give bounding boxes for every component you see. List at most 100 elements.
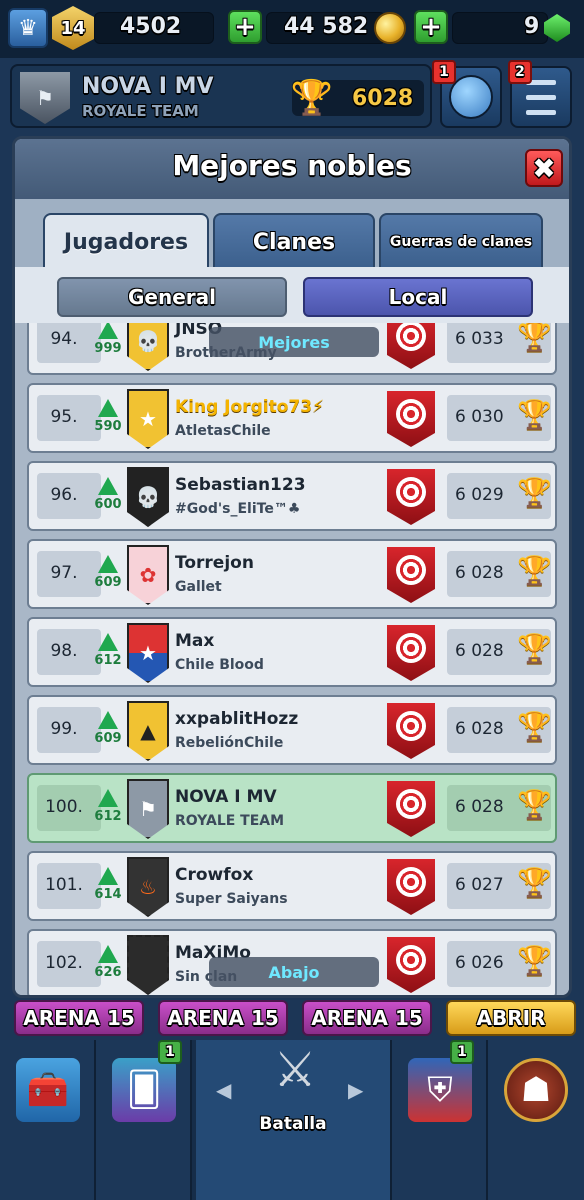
leaderboard-modal: Mejores nobles ✖ Jugadores Clanes Guerra…	[12, 136, 572, 998]
ranking-list[interactable]: 94. 999 💀 JNSO BrotherArmy 6 033 🏆 95. 5…	[15, 323, 569, 995]
rank-change: 626	[93, 945, 123, 980]
nav-events[interactable]: ☗	[488, 1040, 584, 1200]
chest-icon: 🧰	[16, 1058, 80, 1122]
target-icon	[387, 859, 435, 915]
trophy-icon: 🏆	[517, 398, 552, 431]
clan-badge-icon: ✿	[127, 545, 169, 605]
up-arrow-icon	[98, 867, 118, 885]
table-row-current-player[interactable]: 100. 612 ⚑ NOVA I MV ROYALE TEAM 6 028 🏆	[27, 773, 557, 843]
bottom-navigation: 🧰 🂠 1 ◀ ⚔ ▶ Batalla ⛨ 1 ☗	[0, 1040, 584, 1200]
clan-badge-icon: ♨	[127, 857, 169, 917]
trophy-icon: 🏆	[517, 632, 552, 665]
rank-number: 95.	[50, 407, 78, 427]
plus-icon[interactable]: +	[228, 10, 262, 44]
target-icon	[387, 323, 435, 369]
target-icon	[387, 703, 435, 759]
rank-number: 99.	[50, 719, 78, 739]
modal-title: Mejores nobles	[172, 149, 412, 182]
clan-shield-icon: ⛨	[408, 1058, 472, 1122]
player-profile[interactable]: ⚑ NOVA I MV ROYALE TEAM 🏆 6028	[10, 64, 432, 128]
gold-amount: 44 582	[284, 14, 369, 39]
gold-coin-icon	[374, 12, 406, 44]
rank-change: 612	[93, 633, 123, 668]
trophy-icon: 🏆	[517, 323, 552, 353]
level-badge[interactable]: 14	[52, 6, 94, 50]
player-name: Crowfox	[175, 865, 254, 885]
trophy-icon: 🏆	[517, 788, 552, 821]
table-row[interactable]: 98. 612 ★ Max Chile Blood 6 028 🏆	[27, 617, 557, 687]
cards-icon: 🂠	[112, 1058, 176, 1122]
rank-number: 101.	[45, 875, 83, 895]
target-icon	[387, 391, 435, 447]
trophy-count: 6 027	[455, 875, 504, 895]
target-icon	[387, 547, 435, 603]
trophy-icon: 🏆	[517, 476, 552, 509]
up-arrow-icon	[98, 945, 118, 963]
nav-clan[interactable]: ⛨ 1	[392, 1040, 488, 1200]
profile-name: NOVA I MV	[82, 74, 214, 99]
clan-name: Super Saiyans	[175, 891, 288, 907]
resource-bar: ♛ 14 4502 + 44 582 + 9	[0, 0, 584, 58]
clan-badge-icon: ★	[127, 623, 169, 683]
battle-label: Batalla	[259, 1114, 327, 1134]
jump-to-top-button[interactable]: Mejores	[209, 327, 379, 357]
table-row[interactable]: 97. 609 ✿ Torrejon Gallet 6 028 🏆	[27, 539, 557, 609]
target-icon	[387, 937, 435, 993]
player-name: Torrejon	[175, 553, 254, 573]
rank-change: 609	[93, 555, 123, 590]
tab-guerras[interactable]: Guerras de clanes	[379, 213, 543, 269]
target-icon	[387, 625, 435, 681]
rank-number: 94.	[50, 329, 78, 349]
jump-to-bottom-button[interactable]: Abajo	[209, 957, 379, 987]
target-icon	[387, 781, 435, 837]
rank-change: 609	[93, 711, 123, 746]
rank-change: 614	[93, 867, 123, 902]
chest-slot-4[interactable]: ABRIR	[446, 1000, 576, 1036]
nav-shop[interactable]: 🧰	[0, 1040, 96, 1200]
crown-icon[interactable]: ♛	[8, 8, 48, 48]
up-arrow-icon	[98, 555, 118, 573]
gem-amount: 9	[524, 14, 540, 39]
trophy-icon: 🏆	[290, 78, 334, 118]
table-row[interactable]: 96. 600 💀 Sebastian123 #God's_EliTe™♣ 6 …	[27, 461, 557, 531]
player-name: NOVA I MV	[175, 787, 277, 807]
clan-name: RebeliónChile	[175, 735, 284, 751]
left-arrow-icon[interactable]: ◀	[216, 1078, 231, 1102]
close-icon[interactable]: ✖	[525, 149, 563, 187]
up-arrow-icon	[98, 323, 118, 339]
clan-name: ROYALE TEAM	[175, 813, 285, 829]
subtab-general[interactable]: General	[57, 277, 287, 317]
trophy-count: 6 028	[455, 719, 504, 739]
trophy-icon: 🏆	[517, 710, 552, 743]
rank-number: 96.	[50, 485, 78, 505]
rank-number: 102.	[45, 953, 83, 973]
right-arrow-icon[interactable]: ▶	[348, 1078, 363, 1102]
rank-change: 612	[93, 789, 123, 824]
clan-badge-icon: ⚑	[127, 779, 169, 839]
table-row[interactable]: 95. 590 ★ King Jorgito73⚡ AtletasChile 6…	[27, 383, 557, 453]
trophy-count: 6 028	[455, 563, 504, 583]
plus-icon[interactable]: +	[414, 10, 448, 44]
tab-jugadores[interactable]: Jugadores	[43, 213, 209, 269]
up-arrow-icon	[98, 789, 118, 807]
tab-clanes[interactable]: Clanes	[213, 213, 375, 269]
profile-trophies: 6028	[352, 86, 414, 111]
table-row[interactable]: 101. 614 ♨ Crowfox Super Saiyans 6 027 🏆	[27, 851, 557, 921]
clan-notif-badge: 1	[450, 1040, 474, 1064]
trophy-count: 6 029	[455, 485, 504, 505]
table-row[interactable]: 99. 609 ▲ xxpablitHozz RebeliónChile 6 0…	[27, 695, 557, 765]
nav-cards[interactable]: 🂠 1	[96, 1040, 192, 1200]
player-name: Max	[175, 631, 215, 651]
trophy-icon: 🏆	[517, 866, 552, 899]
up-arrow-icon	[98, 399, 118, 417]
chest-slot-1[interactable]: ARENA 15	[14, 1000, 144, 1036]
clan-name: Chile Blood	[175, 657, 264, 673]
modal-header: Mejores nobles ✖	[15, 139, 569, 199]
subtab-local[interactable]: Local	[303, 277, 533, 317]
profile-clan: ROYALE TEAM	[82, 102, 199, 120]
clan-name: Gallet	[175, 579, 222, 595]
cards-notif-badge: 1	[158, 1040, 182, 1064]
rank-number: 98.	[50, 641, 78, 661]
trophy-count: 6 033	[455, 329, 504, 349]
nav-battle[interactable]: ◀ ⚔ ▶ Batalla	[196, 1040, 392, 1200]
